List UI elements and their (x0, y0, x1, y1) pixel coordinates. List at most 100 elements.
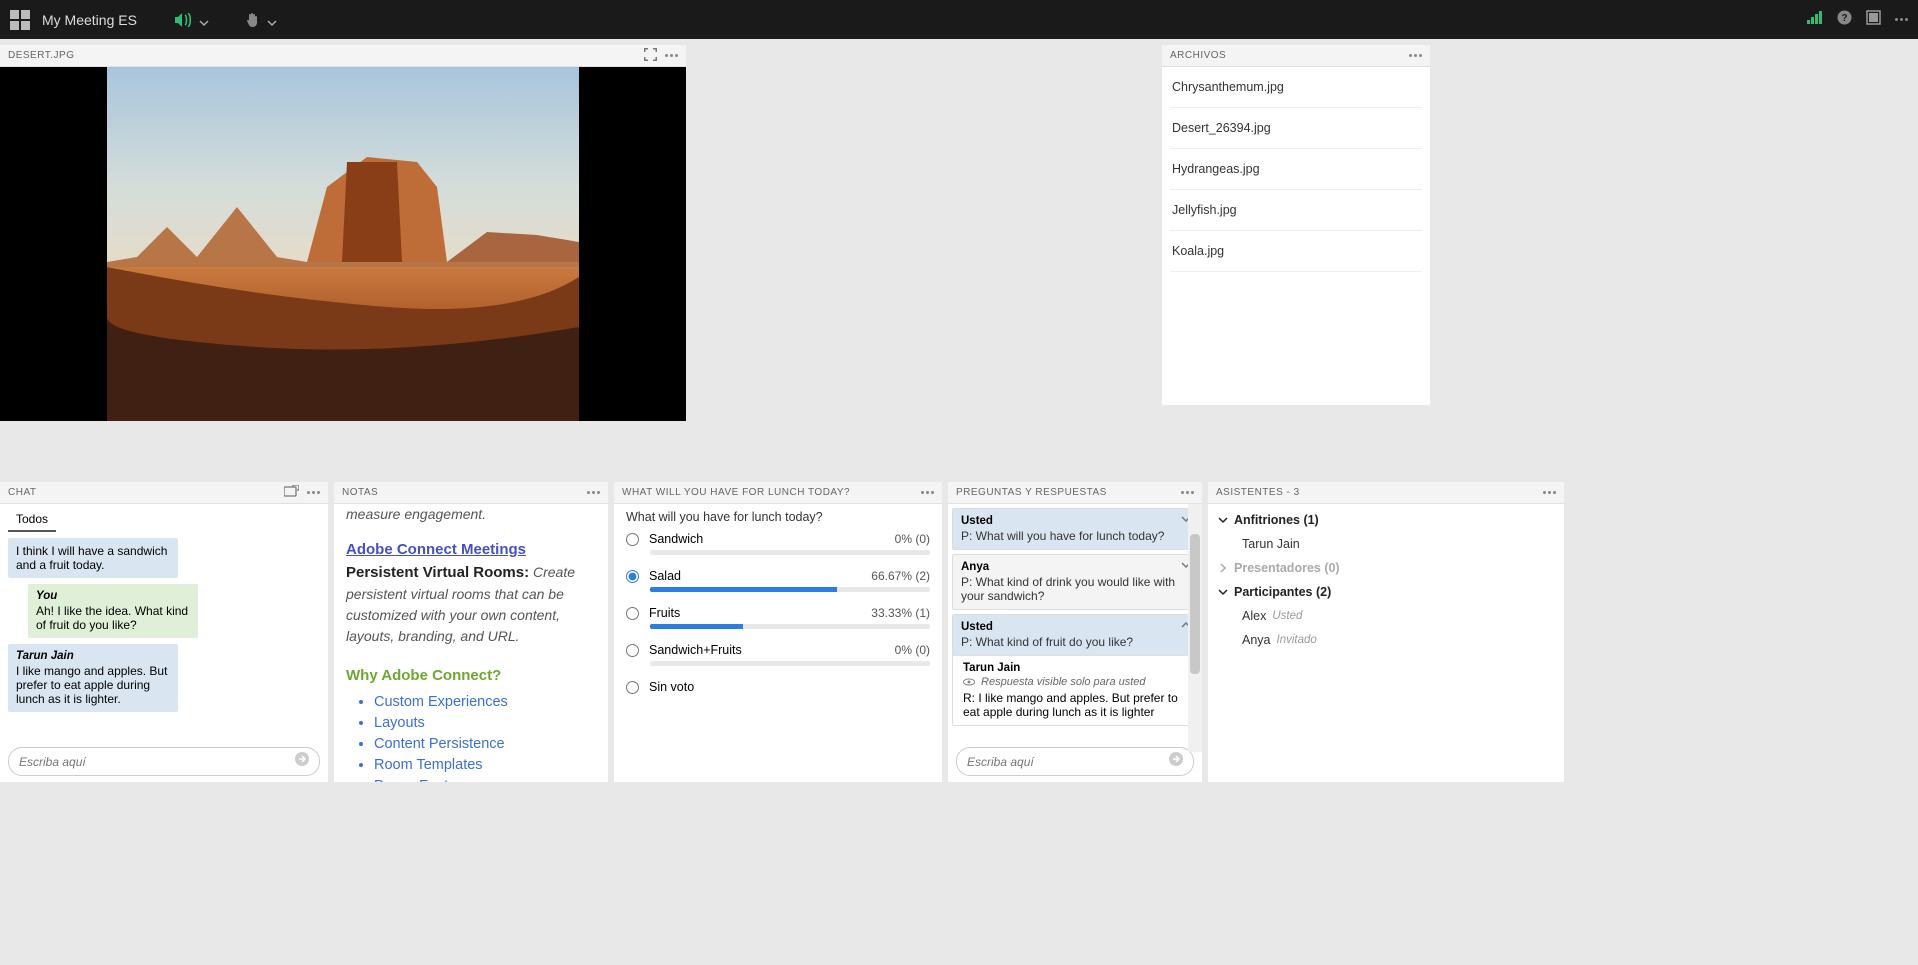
bottom-row: CHAT Todos I think I will have a sandwic… (0, 482, 1918, 782)
poll-option[interactable]: Sandwich0% (0) (626, 532, 930, 546)
poll-radio[interactable] (626, 533, 639, 546)
scrollbar[interactable] (1188, 504, 1202, 752)
notes-why-head: Why Adobe Connect? (346, 665, 596, 688)
chevron-down-icon (199, 15, 209, 25)
poll-radio[interactable] (626, 681, 639, 694)
poll-option-label: Salad (649, 569, 871, 583)
poll-option-label: Sandwich (649, 532, 895, 546)
qa-item[interactable]: UstedP: What kind of fruit do you like?T… (952, 614, 1198, 726)
poll-bar (650, 550, 930, 555)
qa-item[interactable]: AnyaP: What kind of drink you would like… (952, 554, 1198, 610)
more-icon[interactable] (1543, 491, 1556, 494)
poll-option[interactable]: Fruits33.33% (1) (626, 606, 930, 620)
chat-message: Tarun JainI like mango and apples. But p… (8, 644, 178, 712)
notes-subhead: Persistent Virtual Rooms: (346, 564, 529, 581)
chevron-down-icon (267, 15, 277, 25)
qa-list: UstedP: What will you have for lunch tod… (948, 504, 1202, 741)
chat-pod: CHAT Todos I think I will have a sandwic… (0, 482, 328, 782)
meeting-title: My Meeting ES (42, 12, 137, 28)
more-icon[interactable] (1181, 491, 1194, 494)
shared-image (0, 67, 686, 421)
attendees-pod: ASISTENTES - 3 Anfitriones (1)Tarun Jain… (1208, 482, 1564, 782)
poll-option-label: Sandwich+Fruits (649, 643, 895, 657)
qa-pod: PREGUNTAS Y RESPUESTAS UstedP: What will… (948, 482, 1202, 782)
qa-input-row[interactable] (956, 747, 1194, 776)
file-item[interactable]: Koala.jpg (1170, 231, 1422, 272)
topbar: My Meeting ES ? (0, 0, 1918, 39)
app-logo-icon (10, 10, 30, 30)
file-item[interactable]: Chrysanthemum.jpg (1170, 67, 1422, 108)
poll-question: What will you have for lunch today? (626, 510, 930, 524)
notes-pod: NOTAS measure engagement. Adobe Connect … (334, 482, 608, 782)
chat-input-row[interactable] (8, 747, 320, 776)
files-pod-title: ARCHIVOS (1170, 50, 1401, 61)
more-icon[interactable] (587, 491, 600, 494)
fullscreen-icon[interactable] (644, 48, 657, 64)
main-area: DESERT.JPG ARCHIVOS (0, 39, 1918, 482)
more-icon[interactable] (665, 54, 678, 57)
chat-input[interactable] (19, 755, 295, 769)
more-icon[interactable] (1409, 54, 1422, 57)
qa-answer: Tarun Jain Respuesta visible solo para u… (953, 655, 1197, 725)
notes-bullet: Layouts (374, 713, 596, 734)
poll-radio[interactable] (626, 607, 639, 620)
poll-option[interactable]: Sandwich+Fruits0% (0) (626, 643, 930, 657)
files-pod: ARCHIVOS Chrysanthemum.jpgDesert_26394.j… (1162, 45, 1430, 405)
poll-radio[interactable] (626, 644, 639, 657)
attendee-group[interactable]: Presentadores (0) (1208, 556, 1564, 580)
notes-bullet: Content Persistence (374, 734, 596, 755)
raise-hand-button[interactable] (237, 6, 285, 34)
qa-item[interactable]: UstedP: What will you have for lunch tod… (952, 508, 1198, 550)
poll-body: What will you have for lunch today? Sand… (614, 504, 942, 702)
poll-option-pct: 33.33% (1) (871, 606, 930, 620)
file-item[interactable]: Desert_26394.jpg (1170, 108, 1422, 149)
chat-pod-title: CHAT (8, 487, 276, 498)
poll-option[interactable]: Sin voto (626, 680, 930, 694)
poll-option-pct: 66.67% (2) (871, 569, 930, 583)
notes-bullet: Power Features (374, 776, 596, 782)
help-icon[interactable]: ? (1837, 10, 1852, 30)
file-item[interactable]: Jellyfish.jpg (1170, 190, 1422, 231)
scrollbar-thumb[interactable] (1190, 534, 1200, 674)
poll-option-pct: 0% (0) (895, 643, 930, 657)
more-icon[interactable] (1895, 18, 1908, 21)
audio-button[interactable] (167, 7, 217, 33)
send-icon[interactable] (295, 752, 309, 771)
poll-bar (650, 661, 930, 666)
attendees-list: Anfitriones (1)Tarun JainPresentadores (… (1208, 504, 1564, 656)
attendee-row[interactable]: Tarun Jain (1208, 532, 1564, 556)
chat-popup-icon[interactable] (284, 485, 299, 501)
more-icon[interactable] (307, 491, 320, 494)
chat-tab-all[interactable]: Todos (8, 508, 56, 532)
qa-input[interactable] (967, 755, 1169, 769)
attendee-row[interactable]: AnyaInvitado (1208, 628, 1564, 652)
notes-pod-title: NOTAS (342, 487, 579, 498)
notes-line: measure engagement. (346, 504, 596, 525)
notes-content: measure engagement. Adobe Connect Meetin… (334, 504, 608, 782)
chat-message: YouAh! I like the idea. What kind of fru… (28, 584, 198, 638)
more-icon[interactable] (921, 491, 934, 494)
poll-radio[interactable] (626, 570, 639, 583)
signal-icon[interactable] (1807, 10, 1823, 29)
file-item[interactable]: Hydrangeas.jpg (1170, 149, 1422, 190)
share-pod-title: DESERT.JPG (8, 50, 636, 61)
send-icon[interactable] (1169, 752, 1183, 771)
poll-bar (650, 587, 930, 592)
poll-option-pct: 0% (0) (895, 532, 930, 546)
poll-pod: WHAT WILL YOU HAVE FOR LUNCH TODAY? What… (614, 482, 942, 782)
chat-message: I think I will have a sandwich and a fru… (8, 538, 178, 578)
poll-option[interactable]: Salad66.67% (2) (626, 569, 930, 583)
notes-link[interactable]: Adobe Connect Meetings (346, 539, 596, 562)
attendee-group[interactable]: Participantes (2) (1208, 580, 1564, 604)
notes-bullet: Custom Experiences (374, 692, 596, 713)
share-pod: DESERT.JPG (0, 45, 686, 421)
notes-bullet: Room Templates (374, 755, 596, 776)
attendees-pod-title: ASISTENTES - 3 (1216, 487, 1535, 498)
qa-pod-title: PREGUNTAS Y RESPUESTAS (956, 487, 1173, 498)
attendee-group[interactable]: Anfitriones (1) (1208, 508, 1564, 532)
fullscreen-icon[interactable] (1866, 10, 1881, 30)
poll-option-label: Fruits (649, 606, 871, 620)
svg-text:?: ? (1841, 13, 1847, 24)
attendee-row[interactable]: AlexUsted (1208, 604, 1564, 628)
poll-pod-title: WHAT WILL YOU HAVE FOR LUNCH TODAY? (622, 487, 913, 498)
